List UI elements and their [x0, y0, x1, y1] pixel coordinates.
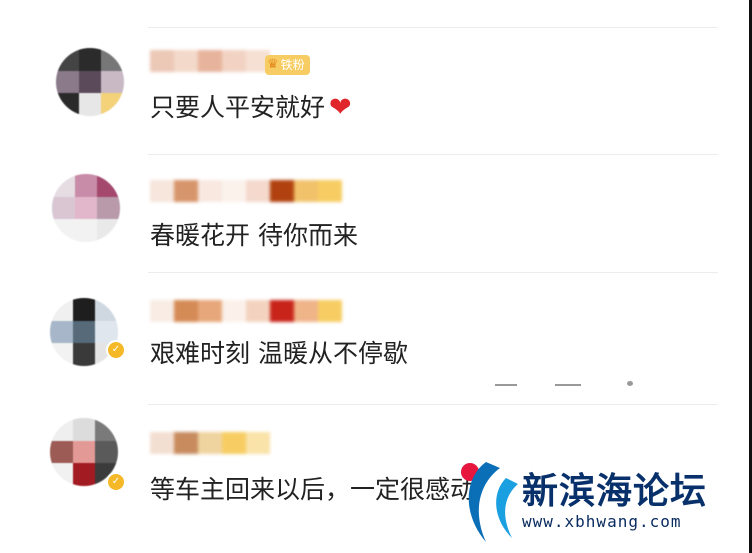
fan-badge-label: 铁粉	[280, 58, 305, 72]
heart-icon: ❤	[329, 92, 352, 123]
crown-icon: ♛	[267, 57, 279, 72]
comment-text: 艰难时刻 温暖从不停歇	[150, 339, 408, 368]
avatar[interactable]	[56, 48, 124, 116]
username-blurred[interactable]	[150, 432, 270, 454]
faded-reply-preview	[495, 381, 635, 388]
avatar[interactable]	[52, 174, 120, 242]
verified-icon: ✓	[106, 472, 126, 492]
username-blurred[interactable]	[150, 50, 270, 72]
verified-icon: ✓	[106, 340, 126, 360]
fan-badge: ♛ 铁粉	[265, 55, 310, 75]
comment-text: 只要人平安就好 ❤	[150, 88, 352, 124]
avatar-mosaic	[52, 174, 120, 242]
username-blurred[interactable]	[150, 180, 342, 202]
divider	[148, 154, 718, 155]
logo-icon	[461, 462, 518, 542]
username-blurred[interactable]	[150, 300, 342, 322]
comment-text: 等车主回来以后，一定很感动	[150, 475, 476, 504]
avatar-mosaic	[56, 48, 124, 116]
comment-text-content: 只要人平安就好	[150, 93, 326, 122]
watermark: 新滨海论坛 www.xbhwang.com	[456, 456, 746, 550]
divider	[148, 272, 718, 273]
comment-text: 春暖花开 待你而来	[150, 221, 358, 250]
divider	[148, 27, 718, 28]
watermark-url: www.xbhwang.com	[522, 512, 682, 531]
divider	[148, 404, 718, 405]
watermark-title: 新滨海论坛	[522, 471, 708, 512]
